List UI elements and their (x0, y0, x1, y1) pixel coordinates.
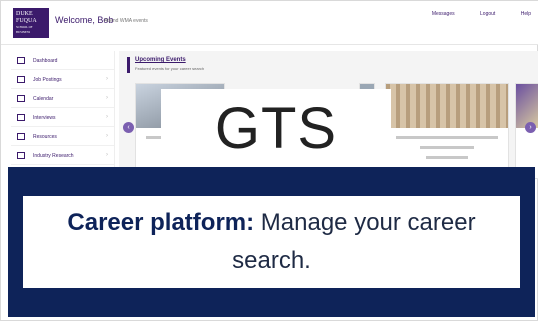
sidebar-item-label: Calendar (33, 96, 54, 102)
carousel-next-button[interactable]: › (525, 122, 536, 133)
carousel-prev-button[interactable]: ‹ (123, 122, 134, 133)
logout-link[interactable]: Logout (480, 11, 495, 17)
handshake-icon (17, 114, 25, 121)
duke-fuqua-logo[interactable]: DUKE FUQUA SCHOOL OF BUSINESS (13, 8, 49, 38)
event-date-line (420, 146, 474, 149)
sidebar-item-job-postings[interactable]: Job Postings › (11, 70, 114, 89)
sidebar-item-industry-research[interactable]: Industry Research › (11, 146, 114, 165)
gts-label: GTS (161, 89, 391, 169)
caption-text: Career platform: Manage your career sear… (43, 204, 500, 280)
sidebar-item-calendar[interactable]: Calendar › (11, 89, 114, 108)
event-title-line (396, 136, 498, 139)
chevron-right-icon: › (106, 76, 108, 82)
sidebar-item-interviews[interactable]: Interviews › (11, 108, 114, 127)
top-links: Messages Logout Help (408, 11, 531, 17)
help-link[interactable]: Help (521, 11, 531, 17)
event-image-abstract (516, 84, 538, 128)
sidebar-item-dashboard[interactable]: Dashboard (11, 51, 114, 70)
event-card[interactable] (385, 83, 509, 179)
top-bar: DUKE FUQUA SCHOOL OF BUSINESS Welcome, B… (1, 1, 538, 45)
sidebar-item-label: Dashboard (33, 58, 58, 64)
logo-line-3: SCHOOL OF BUSINESS (16, 25, 33, 34)
section-title[interactable]: Upcoming Events (135, 57, 186, 63)
caption-bold: Career platform: (67, 209, 255, 236)
sidebar-item-label: Industry Research (33, 153, 74, 159)
briefcase-icon (17, 76, 25, 83)
welcome-subtext: Attend WMA events (104, 18, 148, 24)
sidebar-item-resources[interactable]: Resources › (11, 127, 114, 146)
event-location-line (426, 156, 468, 159)
chevron-right-icon: › (106, 95, 108, 101)
caption-banner: Career platform: Manage your career sear… (8, 167, 535, 317)
sidebar-item-label: Interviews (33, 115, 56, 121)
screenshot-frame: DUKE FUQUA SCHOOL OF BUSINESS Welcome, B… (0, 0, 538, 321)
caption-box: Career platform: Manage your career sear… (22, 195, 521, 289)
chevron-right-icon: › (106, 133, 108, 139)
book-icon (17, 133, 25, 140)
chevron-right-icon: › (106, 114, 108, 120)
sidebar: Dashboard Job Postings › Calendar › Inte… (11, 51, 115, 171)
calendar-icon (17, 95, 25, 102)
section-accent-bar (127, 57, 130, 73)
chevron-right-icon: › (106, 152, 108, 158)
messages-link[interactable]: Messages (432, 11, 455, 17)
section-subtitle: Featured events for your career search (135, 66, 205, 71)
logo-line-1: DUKE (16, 11, 33, 17)
event-image-construction (386, 84, 508, 128)
logo-line-2: FUQUA (16, 18, 37, 24)
caption-rest: Manage your career search. (232, 209, 476, 274)
dashboard-icon (17, 57, 25, 64)
chart-icon (17, 152, 25, 159)
sidebar-item-label: Resources (33, 134, 57, 140)
sidebar-item-label: Job Postings (33, 77, 62, 83)
